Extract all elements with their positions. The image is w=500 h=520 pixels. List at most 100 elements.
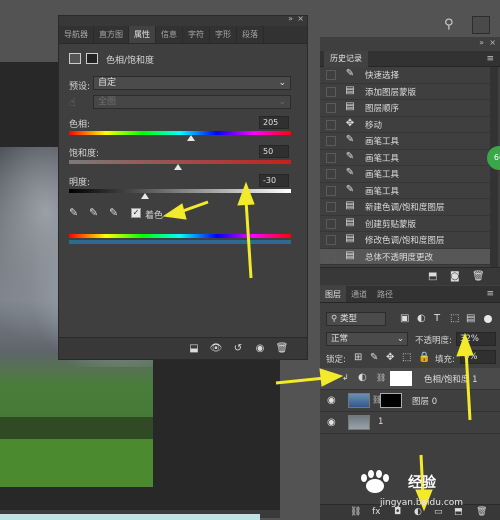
panel-menu-icon[interactable]: ≡ [486, 54, 494, 64]
lock-artboard-icon[interactable]: ⬚ [402, 352, 411, 363]
history-list: ✎ 快速选择 ▤ 添加图层蒙版 ▤ 图层顺序 ✥ 移动 ✎ 画笔工具 ✎ 画笔工具 ✎ 画笔工具 ✎ 画笔工具… [320, 67, 490, 265]
lock-all-icon[interactable]: 🔒 [418, 352, 430, 363]
tab-channels[interactable]: 通道 [346, 286, 372, 302]
history-item[interactable]: ✎ 快速选择 [320, 67, 490, 84]
delete-icon[interactable]: 🗑 [472, 271, 485, 282]
lightness-slider-track[interactable] [69, 189, 291, 193]
clip-arrow-icon: ↲ [342, 373, 349, 382]
collapse-icon[interactable]: » [288, 14, 293, 23]
lightness-slider-thumb[interactable] [141, 193, 149, 199]
new-document-icon[interactable]: ⬒ [428, 271, 437, 282]
history-item[interactable]: ▤ 总体不透明度更改 [320, 248, 490, 265]
history-item[interactable]: ▤ 修改色调/饱和度图层 [320, 232, 490, 249]
opacity-input[interactable]: 32% [456, 332, 496, 346]
collapse-icon[interactable]: » [479, 38, 484, 47]
workspace-button[interactable] [472, 16, 490, 34]
layer-filter-select[interactable]: ⚲ 类型 [326, 312, 386, 326]
tab-info[interactable]: 信息 [156, 26, 183, 43]
panel-drag-strip[interactable]: » × [59, 14, 307, 26]
filter-type-icon[interactable]: T [434, 313, 440, 324]
snapshot-icon[interactable]: ◙ [450, 271, 460, 282]
lightness-input[interactable]: -30 [259, 174, 289, 187]
tab-paragraph[interactable]: 段落 [237, 26, 264, 43]
history-checkbox[interactable] [326, 169, 336, 179]
history-checkbox[interactable] [326, 119, 336, 130]
history-item[interactable]: ✎ 画笔工具 [320, 183, 490, 199]
tab-properties[interactable]: 属性 [129, 26, 156, 43]
delete-icon[interactable]: 🗑 [275, 342, 289, 356]
layer-mask-thumbnail[interactable] [380, 393, 402, 408]
hand-target-icon[interactable]: ☝ [69, 96, 76, 109]
doc-icon: ▤ [345, 200, 355, 211]
saturation-slider-thumb[interactable] [174, 164, 182, 170]
mask-icon[interactable] [86, 53, 98, 64]
eyedropper-minus-icon[interactable]: ✎ [109, 206, 118, 219]
close-icon[interactable]: × [297, 14, 304, 23]
reset-icon[interactable]: ↺ [231, 342, 245, 356]
search-icon[interactable]: ⚲ [444, 17, 454, 32]
hue-slider-thumb[interactable] [187, 135, 195, 141]
visibility-eye-icon[interactable]: ◉ [327, 417, 336, 428]
colorize-checkbox[interactable]: ✓ [131, 208, 141, 218]
layer-row-1[interactable]: ◉ 1 [320, 412, 500, 434]
history-checkbox[interactable] [326, 152, 336, 163]
history-checkbox[interactable] [326, 235, 336, 245]
tab-histogram[interactable]: 直方图 [94, 26, 129, 43]
history-item[interactable]: ✎ 画笔工具 [320, 150, 490, 166]
layer-name[interactable]: 1 [378, 417, 383, 427]
fill-input[interactable]: 0% [460, 350, 496, 364]
layer-mask-thumbnail[interactable] [390, 371, 412, 386]
eyedropper-plus-icon[interactable]: ✎ [89, 206, 98, 219]
filter-shape-icon[interactable]: ⬚ [450, 313, 459, 324]
history-item[interactable]: ✥ 移动 [320, 117, 490, 133]
filter-adjust-icon[interactable]: ◐ [417, 313, 426, 324]
history-checkbox[interactable] [326, 70, 336, 80]
filter-smart-icon[interactable]: ▤ [466, 313, 475, 324]
layer-row-layer-0[interactable]: ◉ ⛓ 图层 0 [320, 390, 500, 412]
hue-slider-track[interactable] [69, 131, 291, 135]
preset-select[interactable]: 自定 ⌄ [93, 76, 291, 90]
visibility-icon[interactable]: ◉ [253, 342, 267, 356]
layer-thumbnail[interactable] [348, 415, 370, 430]
history-item[interactable]: ▤ 添加图层蒙版 [320, 84, 490, 100]
tab-glyphs[interactable]: 字形 [210, 26, 237, 43]
hue-input[interactable]: 205 [259, 116, 289, 129]
view-previous-icon[interactable]: 👁 [209, 342, 223, 356]
panel-menu-icon[interactable]: ≡ [486, 289, 494, 299]
clip-to-layer-icon[interactable]: ⬓ [187, 342, 201, 356]
blend-mode-select[interactable]: 正常 ⌄ [326, 332, 408, 346]
channel-select[interactable]: 全图 ⌄ [93, 95, 291, 109]
layer-name[interactable]: 色相/饱和度 1 [424, 373, 477, 385]
history-item[interactable]: ✎ 画笔工具 [320, 166, 490, 183]
history-item[interactable]: ▤ 新建色调/饱和度图层 [320, 199, 490, 216]
history-checkbox[interactable] [326, 136, 336, 146]
close-icon[interactable]: × [489, 38, 496, 47]
saturation-input[interactable]: 50 [259, 145, 289, 158]
tab-history[interactable]: 历史记录 [324, 51, 368, 67]
eyedropper-icon[interactable]: ✎ [69, 206, 78, 219]
layer-row-hue-saturation[interactable]: ↲ ◐ ⛓ 色相/饱和度 1 [320, 368, 500, 390]
history-item-label: 快速选择 [365, 71, 400, 81]
lock-position-icon[interactable]: ✥ [386, 352, 394, 363]
filter-pixel-icon[interactable]: ▣ [400, 313, 409, 324]
filter-toggle-icon[interactable] [484, 315, 492, 323]
tab-layers[interactable]: 图层 [320, 286, 346, 302]
history-checkbox[interactable] [326, 185, 336, 196]
lock-transparent-icon[interactable]: ⊞ [354, 352, 362, 363]
visibility-eye-icon[interactable]: ◉ [327, 395, 336, 406]
tab-character[interactable]: 字符 [183, 26, 210, 43]
history-checkbox[interactable] [326, 103, 336, 113]
layer-thumbnail[interactable] [348, 393, 370, 408]
link-icon[interactable]: ⛓ [376, 373, 386, 382]
tab-navigator[interactable]: 导航器 [59, 26, 94, 43]
tab-paths[interactable]: 路径 [372, 286, 398, 302]
lock-pixels-icon[interactable]: ✎ [370, 352, 378, 363]
history-item[interactable]: ▤ 图层顺序 [320, 100, 490, 117]
layer-name[interactable]: 图层 0 [412, 395, 437, 407]
history-checkbox[interactable] [326, 86, 336, 97]
history-checkbox[interactable] [326, 202, 336, 212]
history-item[interactable]: ✎ 画笔工具 [320, 133, 490, 150]
history-item[interactable]: ▤ 创建剪贴蒙版 [320, 216, 490, 232]
history-checkbox[interactable] [326, 218, 336, 229]
history-checkbox[interactable] [326, 251, 336, 262]
